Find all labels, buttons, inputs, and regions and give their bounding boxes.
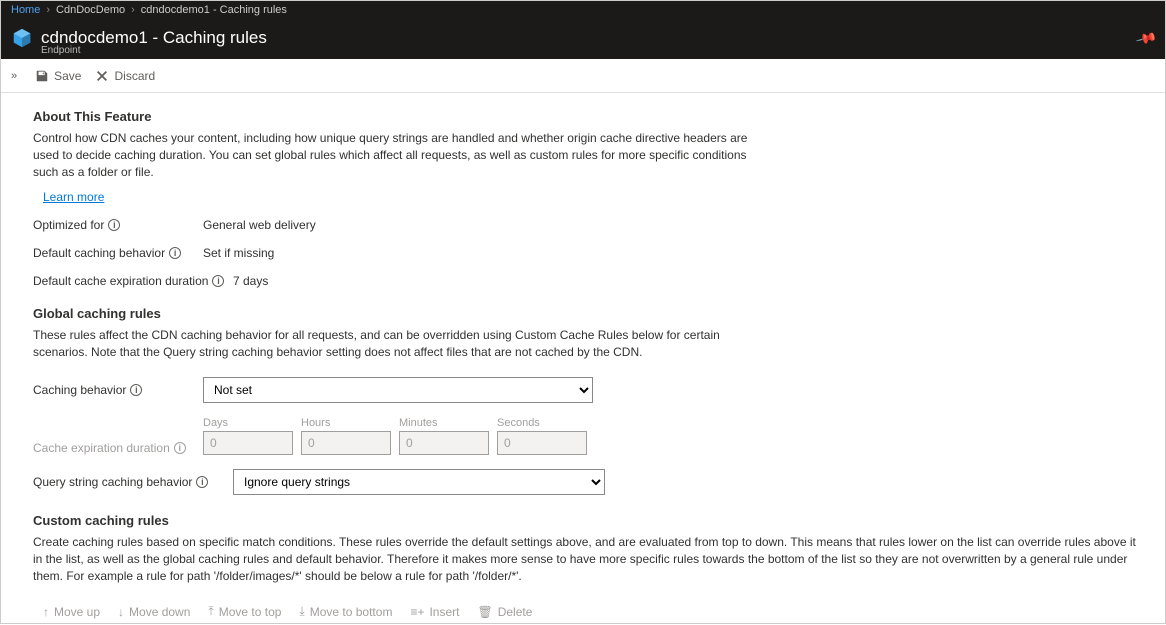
save-icon [35, 69, 49, 83]
move-bottom-button[interactable]: ⤓Move to bottom [299, 604, 392, 619]
info-icon[interactable]: i [108, 219, 120, 231]
endpoint-icon [11, 27, 33, 49]
breadcrumb-group[interactable]: CdnDocDemo [56, 4, 125, 16]
custom-rules-desc: Create caching rules based on specific m… [33, 534, 1145, 584]
global-rules-desc: These rules affect the CDN caching behav… [33, 327, 773, 361]
default-behavior-label: Default caching behavior i [33, 246, 203, 260]
arrow-bottom-icon: ⤓ [299, 604, 304, 619]
breadcrumb: Home › CdnDocDemo › cdndocdemo1 - Cachin… [1, 1, 1165, 19]
default-expiration-label: Default cache expiration duration i [33, 274, 233, 288]
global-rules-title: Global caching rules [33, 306, 1145, 321]
breadcrumb-home[interactable]: Home [11, 4, 40, 16]
expand-icon[interactable]: » [11, 70, 17, 82]
learn-more-link[interactable]: Learn more [43, 190, 104, 204]
days-input [203, 431, 293, 455]
insert-icon: ≡+ [410, 605, 424, 619]
arrow-down-icon: ↓ [118, 605, 124, 619]
info-icon[interactable]: i [130, 384, 142, 396]
cache-expiration-label: Cache expiration duration i [33, 441, 203, 455]
optimized-for-value: General web delivery [203, 218, 316, 232]
hours-label: Hours [301, 417, 391, 429]
content-area: About This Feature Control how CDN cache… [1, 93, 1165, 625]
seconds-label: Seconds [497, 417, 587, 429]
discard-icon [95, 69, 109, 83]
default-behavior-value: Set if missing [203, 246, 274, 260]
days-label: Days [203, 417, 293, 429]
arrow-top-icon: ⤒ [208, 604, 213, 619]
move-top-button[interactable]: ⤒Move to top [208, 604, 281, 619]
custom-rules-title: Custom caching rules [33, 513, 1145, 528]
page-header: cdndocdemo1 - Caching rules Endpoint 📌 [1, 19, 1165, 59]
delete-button[interactable]: 🗑Delete [477, 604, 532, 619]
move-up-button[interactable]: ↑Move up [43, 604, 100, 619]
query-string-label: Query string caching behavior i [33, 475, 233, 489]
caching-behavior-select[interactable]: Not set [203, 377, 593, 403]
discard-button[interactable]: Discard [95, 69, 155, 83]
minutes-input [399, 431, 489, 455]
caching-behavior-label: Caching behavior i [33, 383, 203, 397]
default-expiration-value: 7 days [233, 274, 268, 288]
chevron-right-icon: › [46, 4, 50, 16]
discard-label: Discard [114, 69, 155, 83]
pin-icon[interactable]: 📌 [1134, 26, 1158, 49]
seconds-input [497, 431, 587, 455]
save-button[interactable]: Save [35, 69, 81, 83]
about-description: Control how CDN caches your content, inc… [33, 130, 773, 180]
info-icon[interactable]: i [196, 476, 208, 488]
about-title: About This Feature [33, 109, 1145, 124]
insert-button[interactable]: ≡+Insert [410, 604, 459, 619]
delete-icon: 🗑 [477, 605, 492, 619]
query-string-select[interactable]: Ignore query strings [233, 469, 605, 495]
hours-input [301, 431, 391, 455]
optimized-for-label: Optimized for i [33, 218, 203, 232]
arrow-up-icon: ↑ [43, 605, 49, 619]
rules-toolbar: ↑Move up ↓Move down ⤒Move to top ⤓Move t… [33, 604, 1145, 619]
duration-group: Days Hours Minutes Seconds [203, 417, 587, 455]
info-icon: i [174, 442, 186, 454]
move-down-button[interactable]: ↓Move down [118, 604, 190, 619]
page-subtitle: Endpoint [41, 45, 80, 56]
info-icon[interactable]: i [169, 247, 181, 259]
breadcrumb-current: cdndocdemo1 - Caching rules [141, 4, 287, 16]
info-icon[interactable]: i [212, 275, 224, 287]
command-bar: » Save Discard [1, 59, 1165, 93]
minutes-label: Minutes [399, 417, 489, 429]
chevron-right-icon: › [131, 4, 135, 16]
save-label: Save [54, 69, 81, 83]
